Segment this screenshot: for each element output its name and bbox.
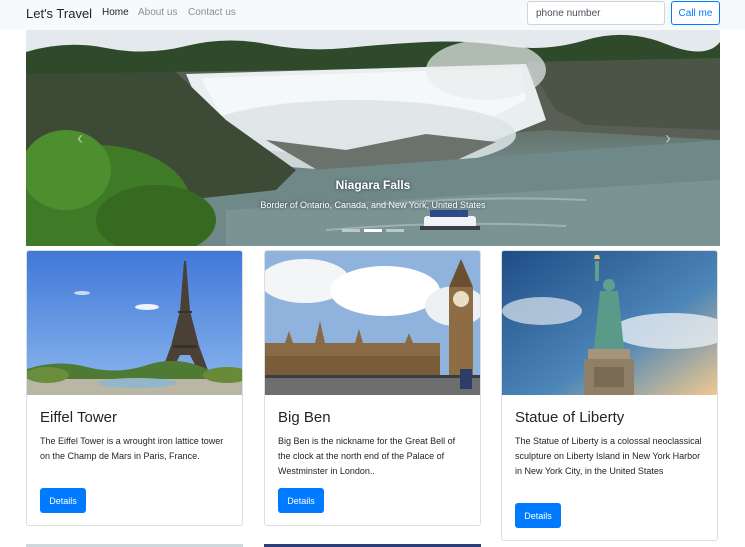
details-button-big-ben[interactable]: Details [278,488,324,513]
niagara-falls-image [26,30,720,246]
card-title: Big Ben [278,409,331,426]
card-text: The Eiffel Tower is a wrought iron latti… [40,436,224,461]
phone-input[interactable] [527,1,665,25]
carousel-indicators [26,229,720,233]
carousel-indicator-1[interactable] [342,229,360,232]
nav-link-contact[interactable]: Contact us [188,7,236,18]
slide-title: Niagara Falls [335,178,411,192]
carousel-next-icon[interactable]: › [658,128,678,149]
brand-logo[interactable]: Let's Travel [26,6,92,21]
details-button-statue-of-liberty[interactable]: Details [515,503,561,528]
details-button-eiffel[interactable]: Details [40,488,86,513]
card-text: The Statue of Liberty is a colossal neoc… [515,436,702,476]
card-title: Eiffel Tower [40,409,117,426]
carousel: ‹ › Niagara Falls Border of Ontario, Can… [26,30,720,246]
eiffel-tower-image [27,251,242,395]
carousel-prev-icon[interactable]: ‹ [70,128,90,149]
card-statue-of-liberty: Statue of Liberty The Statue of Liberty … [501,250,718,541]
statue-of-liberty-image [502,251,717,395]
card-eiffel-tower: Eiffel Tower The Eiffel Tower is a wroug… [26,250,243,526]
card-title: Statue of Liberty [515,409,625,426]
carousel-indicator-2[interactable] [364,229,382,232]
slide-subtitle: Border of Ontario, Canada, and New York,… [260,200,486,210]
carousel-indicator-3[interactable] [386,229,404,232]
card-big-ben: Big Ben Big Ben is the nickname for the … [264,250,481,526]
card-text: Big Ben is the nickname for the Great Be… [278,436,456,476]
nav-link-home[interactable]: Home [102,7,129,18]
navbar: Let's Travel Home About us Contact us Ca… [0,0,745,30]
call-me-button[interactable]: Call me [671,1,720,25]
nav-link-about[interactable]: About us [138,7,177,18]
big-ben-image [265,251,480,395]
